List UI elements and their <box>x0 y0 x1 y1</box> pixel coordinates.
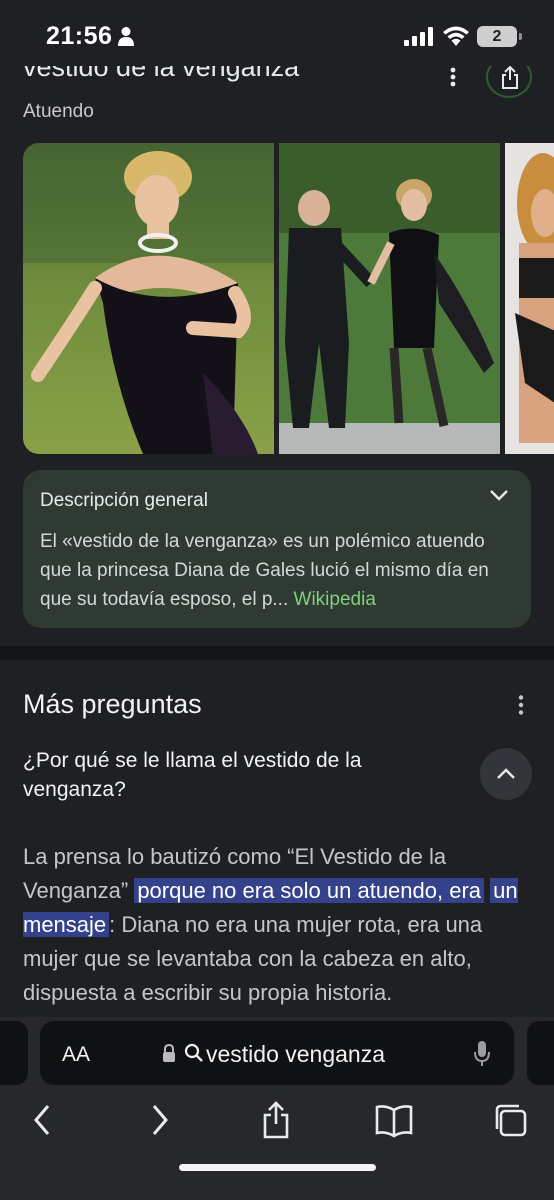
tabs-icon[interactable] <box>494 1100 528 1140</box>
next-tab-edge[interactable] <box>527 1021 554 1085</box>
previous-tab-edge[interactable] <box>0 1021 28 1085</box>
share-icon[interactable] <box>260 1100 292 1140</box>
battery-icon: 2 <box>477 26 522 47</box>
forward-icon[interactable] <box>148 1100 172 1140</box>
wifi-icon <box>443 26 469 46</box>
image-carousel[interactable] <box>23 143 554 454</box>
share-icon <box>502 66 518 89</box>
status-bar: 21:56 2 <box>0 0 554 66</box>
more-questions-title: Más preguntas <box>23 689 202 719</box>
more-vert-icon[interactable] <box>512 694 530 716</box>
collapse-button[interactable] <box>480 748 532 800</box>
back-icon[interactable] <box>30 1100 54 1140</box>
more-vert-icon[interactable] <box>440 66 466 88</box>
chevron-up-icon <box>497 768 515 779</box>
microphone-icon[interactable] <box>473 1040 491 1068</box>
text-size-button[interactable]: AA <box>62 1043 90 1067</box>
wikipedia-link[interactable]: Wikipedia <box>294 589 376 610</box>
overview-card[interactable]: Descripción general El «vestido de la ve… <box>23 470 531 628</box>
chevron-down-icon[interactable] <box>489 488 509 502</box>
image-3[interactable] <box>505 143 554 454</box>
overview-text: El «vestido de la venganza» es un polémi… <box>40 527 520 614</box>
status-time: 21:56 <box>46 22 113 50</box>
knowledge-panel-subtitle: Atuendo <box>23 101 94 122</box>
cellular-signal-icon <box>404 27 433 46</box>
question-text[interactable]: ¿Por qué se le llama el vestido de la ve… <box>23 746 443 804</box>
section-divider <box>0 646 554 660</box>
overview-description: El «vestido de la venganza» es un polémi… <box>40 531 489 610</box>
lock-icon <box>163 1044 175 1062</box>
image-2[interactable] <box>279 143 500 454</box>
image-1[interactable] <box>23 143 274 454</box>
search-icon <box>184 1043 203 1062</box>
home-indicator[interactable] <box>179 1164 376 1171</box>
address-bar[interactable]: AA vestido venganza <box>40 1021 514 1085</box>
answer-text: La prensa lo bautizó como “El Vestido de… <box>23 840 523 1010</box>
browser-toolbar: AA vestido venganza <box>0 1017 554 1200</box>
person-icon <box>118 27 134 46</box>
answer-highlight: porque no era solo un atuendo, era <box>134 878 485 903</box>
address-text[interactable]: vestido venganza <box>206 1041 385 1068</box>
overview-title: Descripción general <box>40 490 208 511</box>
bookmarks-icon[interactable] <box>375 1100 413 1140</box>
